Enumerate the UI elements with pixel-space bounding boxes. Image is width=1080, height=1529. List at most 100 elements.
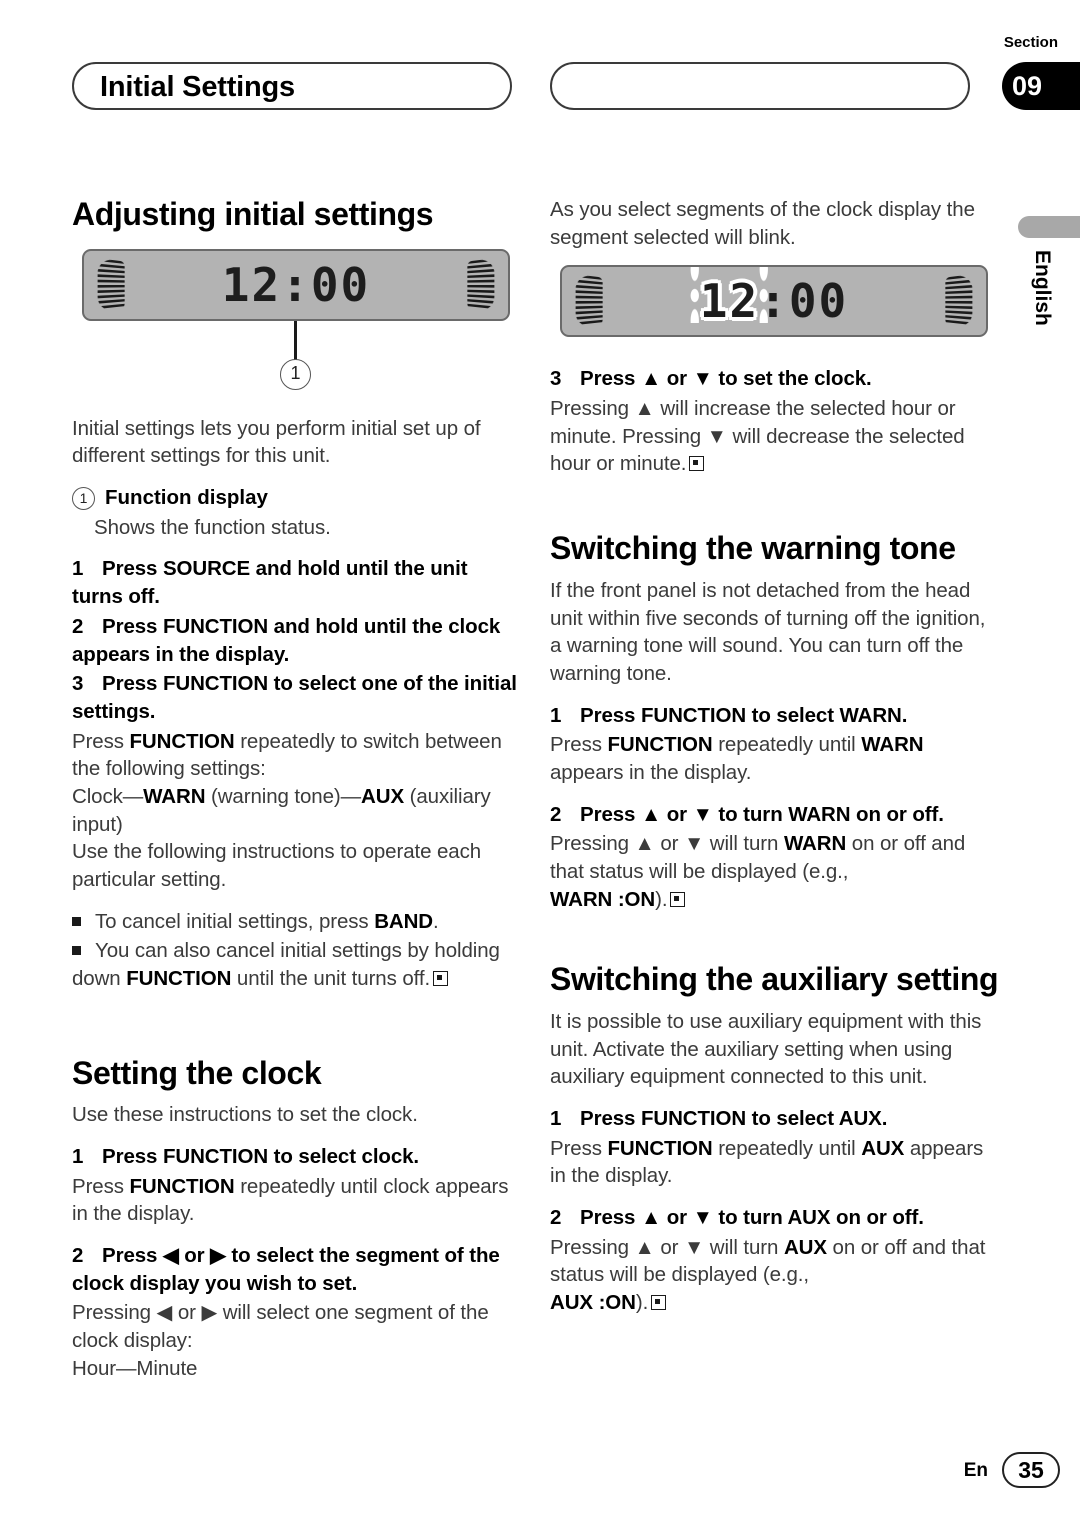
clock-step-2: 2 Press ◀ or ▶ to select the segment of t… — [72, 1242, 522, 1297]
step-3-body-line-1: Press FUNCTION repeatedly to switch betw… — [72, 728, 522, 783]
step-3-body-line-3: Use the following instructions to operat… — [72, 840, 482, 891]
step-3-number: 3 — [72, 672, 84, 696]
warn-s1-pre: Press — [550, 733, 608, 757]
lcd-blinking-hour-segment: 12 — [699, 274, 760, 329]
warn-s1-bold-warn: WARN — [861, 733, 924, 757]
notes-bullet-list: To cancel initial settings, press BAND. … — [72, 908, 522, 993]
bullet-1-post: until the unit turns off. — [231, 966, 431, 990]
list-item: You can also cancel initial settings by … — [72, 937, 522, 992]
step-2-text: Press FUNCTION and hold until the clock … — [72, 614, 501, 666]
right-intro-paragraph: As you select segments of the clock disp… — [550, 198, 975, 249]
aux-s1-mid: repeatedly until — [712, 1136, 862, 1160]
clock-step-2-number: 2 — [72, 1244, 84, 1268]
warn-status-tail: ). — [655, 887, 668, 911]
warn-s2-pre: Pressing ▲ or ▼ will turn — [550, 832, 784, 856]
step-1: 1 Press SOURCE and hold until the unit tu… — [72, 555, 522, 610]
end-of-section-icon — [689, 456, 705, 472]
vent-left-icon — [97, 258, 125, 312]
head-unit-faceplate-blinking: 12:00 — [560, 265, 988, 338]
warn-step-1-number: 1 — [550, 703, 562, 727]
bullet-1-bold: FUNCTION — [126, 966, 232, 990]
page-footer: En 35 — [0, 1452, 1080, 1492]
aux-step-1-body: Press FUNCTION repeatedly until AUX appe… — [550, 1135, 1000, 1190]
step3-bold-function: FUNCTION — [129, 729, 235, 753]
right-step-3-text: Press ▲ or ▼ to set the clock. — [580, 367, 872, 391]
clock-step-1-body: Press FUNCTION repeatedly until clock ap… — [72, 1173, 522, 1228]
warn-s1-mid: repeatedly until — [712, 733, 862, 757]
warn-s1-post: appears in the display. — [550, 760, 752, 784]
callout-leader-line — [294, 320, 297, 361]
lcd-minute-segment: :00 — [759, 274, 849, 329]
page-header: Initial Settings Section 09 — [0, 34, 1080, 114]
warn-step-2-body: Pressing ▲ or ▼ will turn WARN on or off… — [550, 830, 1000, 885]
vent-right-icon — [467, 258, 495, 312]
clock-step-2-body-2: Hour—Minute — [72, 1356, 198, 1380]
clock-step-1: 1 Press FUNCTION to select clock. — [72, 1143, 522, 1171]
language-tab-label: English — [1031, 250, 1054, 326]
left-column: Adjusting initial settings 12:00 1 Initi… — [72, 196, 522, 1382]
aux-step-2-status-line: AUX :ON). — [550, 1289, 1000, 1317]
warn-s2-bold-warn: WARN — [783, 832, 847, 856]
step3-clock: Clock— — [72, 784, 144, 808]
intro-paragraph: Initial settings lets you perform initia… — [72, 416, 481, 468]
step-3-text: Press FUNCTION to select one of the init… — [72, 672, 517, 723]
aux-step-2: 2 Press ▲ or ▼ to turn AUX on or off. — [550, 1204, 1000, 1232]
head-unit-faceplate: 12:00 — [82, 248, 510, 321]
step3-warning-tone: (warning tone)— — [205, 784, 362, 808]
step3-bold-warn: WARN — [143, 784, 206, 808]
clock-step-1-number: 1 — [72, 1145, 84, 1169]
clock-s1-bold: FUNCTION — [129, 1174, 235, 1198]
bullet-square-icon — [72, 946, 81, 956]
right-column: As you select segments of the clock disp… — [550, 196, 1000, 1331]
warn-intro: If the front panel is not detached from … — [550, 578, 986, 685]
end-of-section-icon — [651, 1295, 667, 1311]
warn-step-1-body: Press FUNCTION repeatedly until WARN app… — [550, 731, 1000, 786]
aux-status-value: AUX :ON — [550, 1291, 636, 1315]
heading-setting-the-clock: Setting the clock — [72, 1054, 322, 1091]
list-item: To cancel initial settings, press BAND. — [72, 908, 522, 936]
callout-legend-desc: Shows the function status. — [94, 515, 331, 539]
aux-step-2-body: Pressing ▲ or ▼ will turn AUX on or off … — [550, 1234, 1000, 1289]
callout-legend-title: 1 Function display — [72, 484, 522, 512]
warn-step-2-status-line: WARN :ON). — [550, 886, 1000, 914]
clock-step-1-text: Press FUNCTION to select clock. — [102, 1145, 420, 1169]
footer-page-number: 35 — [1002, 1452, 1060, 1488]
clock-step-2-body: Pressing ◀ or ▶ will select one segment … — [72, 1301, 489, 1353]
step-2-number: 2 — [72, 614, 84, 638]
right-step-3-body: Pressing ▲ will increase the selected ho… — [550, 395, 1000, 478]
end-of-section-icon — [433, 970, 449, 986]
header-title-pill: Initial Settings — [72, 62, 512, 110]
right-step-3-body-text: Pressing ▲ will increase the selected ho… — [550, 397, 965, 476]
bullet-0-pre: To cancel initial settings, press — [95, 909, 375, 933]
clock-intro: Use these instructions to set the clock. — [72, 1103, 418, 1127]
warn-step-1: 1 Press FUNCTION to select WARN. — [550, 702, 1000, 730]
section-number-badge: 09 — [1002, 62, 1080, 110]
warn-step-2-text: Press ▲ or ▼ to turn WARN on or off. — [580, 802, 944, 826]
aux-s2-pre: Pressing ▲ or ▼ will turn — [550, 1235, 784, 1259]
step3-bold-aux: AUX — [361, 784, 405, 808]
heading-adjusting-initial-settings: Adjusting initial settings — [72, 196, 434, 232]
aux-step-2-number: 2 — [550, 1206, 562, 1230]
section-label: Section — [1003, 34, 1058, 51]
right-step-3-number: 3 — [550, 367, 562, 391]
clock-step-2-text: Press ◀ or ▶ to select the segment of th… — [72, 1244, 500, 1295]
bullet-0-post: . — [433, 909, 439, 933]
step-3-body-line-2: Clock—WARN (warning tone)—AUX (auxiliary… — [72, 783, 522, 838]
device-illustration-left: 12:00 1 — [72, 248, 522, 409]
callout-circle-1: 1 — [280, 358, 311, 390]
bullet-square-icon — [72, 916, 81, 926]
language-tab-marker — [1018, 216, 1080, 238]
bullet-0-bold: BAND — [374, 909, 434, 933]
right-step-3: 3 Press ▲ or ▼ to set the clock. — [550, 365, 1000, 393]
step3-pre: Press — [72, 729, 130, 753]
aux-s1-pre: Press — [550, 1136, 608, 1160]
vent-right-icon — [945, 274, 973, 329]
vent-left-icon — [575, 274, 603, 329]
aux-step-1-text: Press FUNCTION to select AUX. — [580, 1107, 888, 1131]
step-1-text: Press SOURCE and hold until the unit tur… — [72, 557, 468, 609]
aux-s1-bold-function: FUNCTION — [607, 1136, 713, 1160]
aux-s2-bold-aux: AUX — [783, 1235, 827, 1259]
end-of-section-icon — [670, 891, 686, 907]
warn-step-1-text: Press FUNCTION to select WARN. — [580, 703, 908, 727]
aux-step-1-number: 1 — [550, 1107, 562, 1131]
